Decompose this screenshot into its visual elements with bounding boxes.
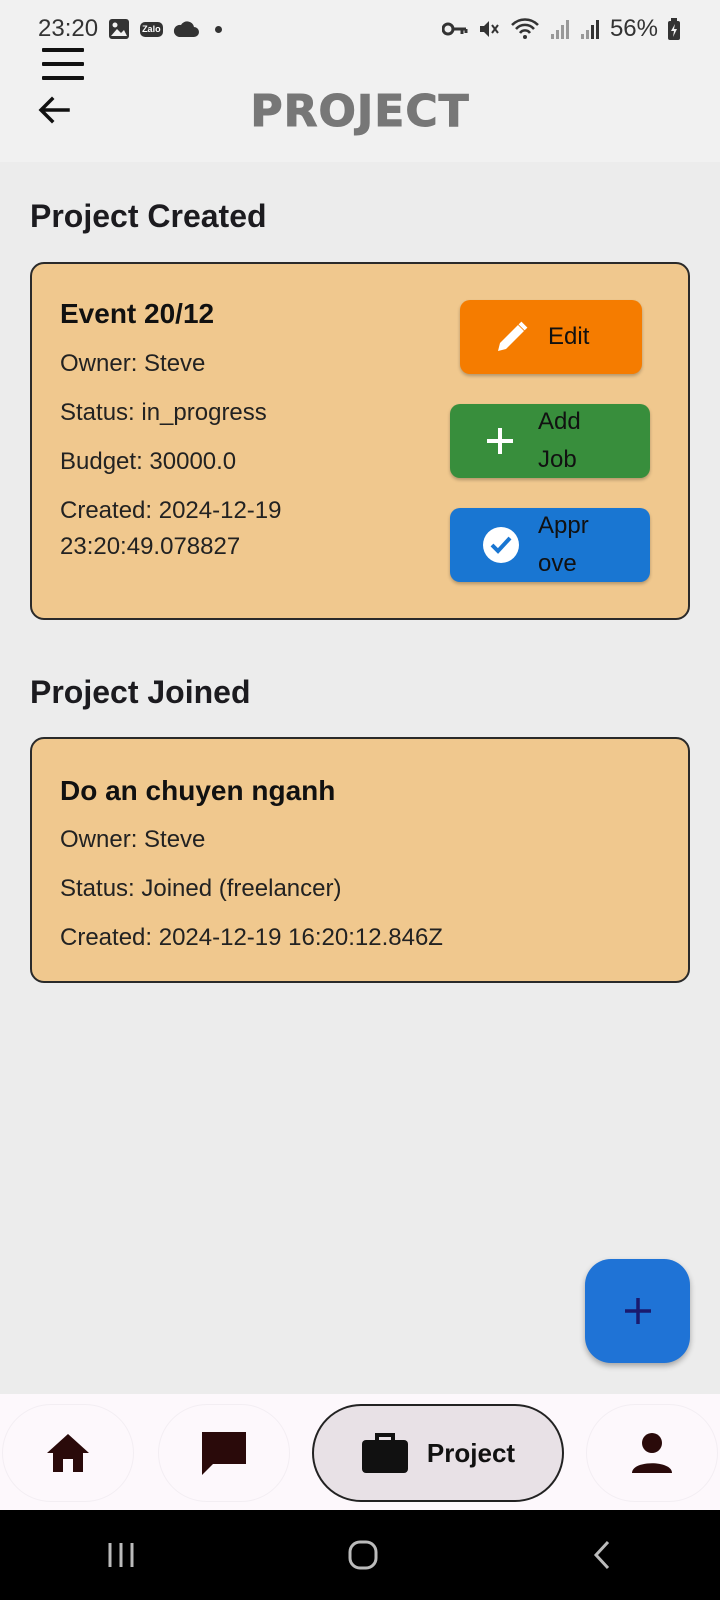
project-status: Status: in_progress [60,399,267,426]
battery-percent: 56% [609,15,658,42]
nav-project[interactable]: Project [312,1404,564,1502]
mute-icon [478,18,500,40]
add-project-fab[interactable] [585,1259,690,1363]
signal-icon [580,18,600,40]
joined-project-title: Do an chuyen nganh [60,775,336,806]
add-job-label-line1: Add [538,408,581,435]
pencil-icon [494,319,530,355]
joined-project-status: Status: Joined (freelancer) [60,875,342,902]
person-icon [631,1432,673,1474]
signal-icon [550,18,570,40]
joined-project-card[interactable]: Do an chuyen nganh Owner: Steve Status: … [30,737,690,983]
page-title: PROJECT [250,86,470,138]
approve-label-line1: Appr [538,512,589,539]
status-time: 23:20 [38,15,99,42]
dot-icon [214,25,222,33]
system-navigation-bar [0,1510,720,1600]
nav-chat[interactable] [158,1404,290,1502]
app-header: PROJECT [0,48,720,162]
status-bar: 23:20 Zalo 56% [0,0,720,58]
project-owner: Owner: Steve [60,350,206,377]
status-left: 23:20 Zalo [38,15,222,43]
section-title-created: Project Created [30,198,267,234]
add-job-label-line2: Job [538,446,577,473]
check-circle-icon [482,526,520,564]
project-created-time: 23:20:49.078827 [60,533,241,560]
approve-button[interactable]: Appr ove [450,508,650,582]
key-icon [441,21,468,37]
edit-button-label: Edit [548,323,590,350]
status-right: 56% [441,15,680,43]
back-chevron-icon[interactable] [590,1539,614,1571]
project-created: Created: 2024-12-19 23:20:49.078827 [60,493,281,565]
nav-project-label: Project [426,1437,516,1468]
project-card[interactable]: Event 20/12 Owner: Steve Status: in_prog… [30,262,690,620]
edit-button[interactable]: Edit [460,300,642,374]
add-job-label: Add Job [538,403,581,479]
approve-label-line2: ove [538,550,577,577]
plus-icon [484,425,516,457]
wifi-icon [510,17,540,41]
joined-project-owner: Owner: Steve [60,826,206,853]
approve-label: Appr ove [538,507,589,583]
image-icon [108,18,130,40]
nav-home[interactable] [2,1404,134,1502]
section-title-joined: Project Joined [30,674,251,710]
home-circle-icon[interactable] [347,1539,379,1571]
project-title: Event 20/12 [60,298,215,329]
home-icon [44,1431,92,1475]
nav-profile[interactable] [586,1404,718,1502]
project-created-date: Created: 2024-12-19 [60,497,282,524]
chat-icon [199,1429,249,1477]
project-budget: Budget: 30000.0 [60,448,237,475]
battery-icon [668,18,680,40]
briefcase-icon [361,1432,409,1474]
joined-project-created: Created: 2024-12-19 16:20:12.846Z [60,924,443,951]
plus-icon [623,1296,653,1326]
add-job-button[interactable]: Add Job [450,404,650,478]
menu-icon[interactable] [40,48,86,82]
cloud-icon [173,20,199,38]
zalo-icon: Zalo [140,21,163,37]
recents-icon[interactable] [106,1540,136,1570]
bottom-navigation: Project [0,1394,720,1510]
